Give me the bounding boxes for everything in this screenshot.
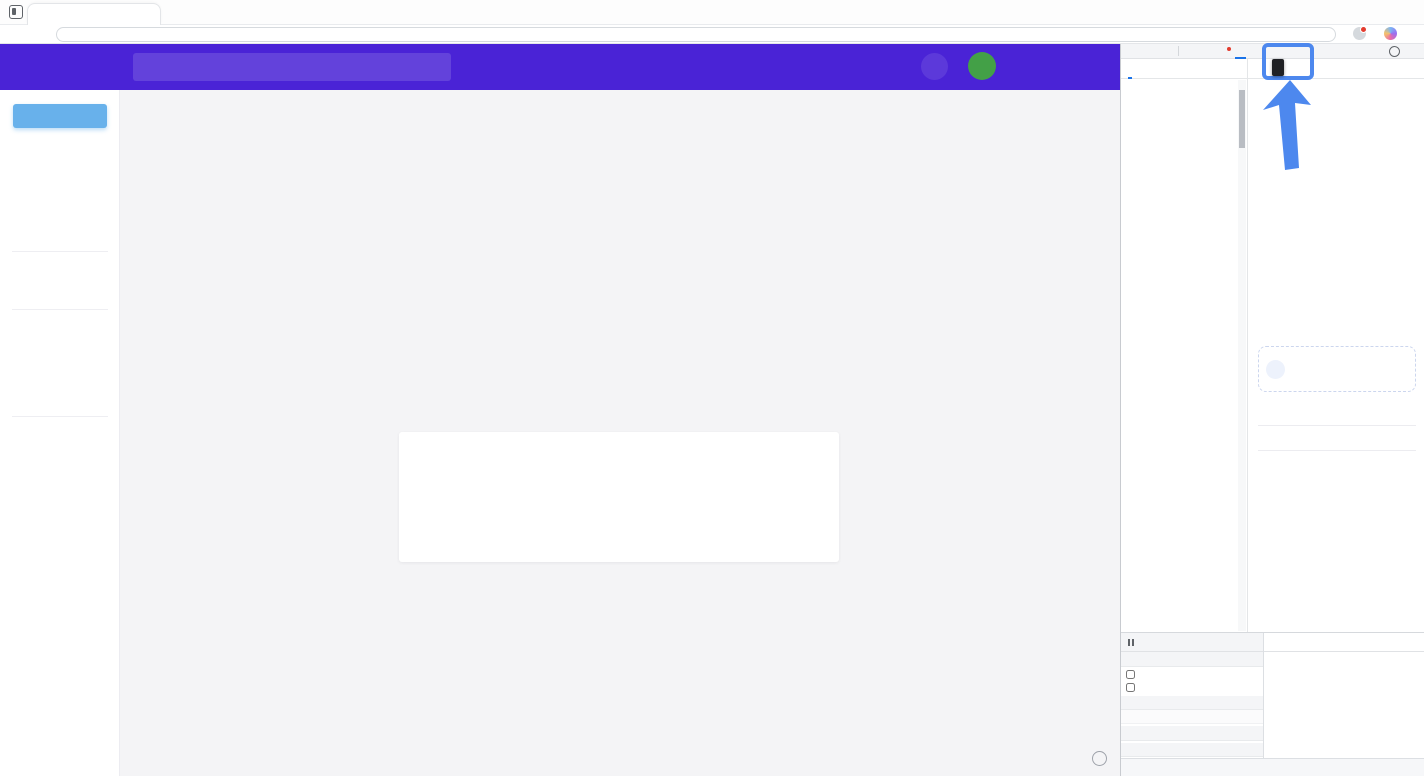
help-glyph xyxy=(1389,46,1400,57)
sidebar xyxy=(0,90,120,776)
breakpoints-section-header[interactable] xyxy=(1121,652,1263,667)
pause-script-icon[interactable] xyxy=(1128,639,1134,646)
browser-tab-strip xyxy=(0,0,1424,25)
app-header xyxy=(0,44,1120,90)
debugger-toolbar xyxy=(1121,633,1263,652)
screen xyxy=(0,0,1424,776)
devtools-help-icon[interactable] xyxy=(1386,46,1403,57)
pause-uncaught-row xyxy=(1121,669,1263,682)
issues-badge xyxy=(1227,47,1231,51)
new-document-button[interactable] xyxy=(13,104,107,128)
pause-uncaught-checkbox[interactable] xyxy=(1126,670,1135,679)
tab-workspaces-icon[interactable] xyxy=(9,5,23,19)
devtools-panel xyxy=(1120,44,1424,776)
xhr-breakpoints-section-header[interactable] xyxy=(1121,726,1263,741)
notifications-button[interactable] xyxy=(921,53,948,80)
devtools-toolbar xyxy=(1121,44,1424,59)
user-menu[interactable] xyxy=(968,52,1014,80)
toolbar-separator xyxy=(1178,46,1179,56)
copilot-icon[interactable] xyxy=(1384,27,1397,40)
recent-activity-card xyxy=(399,432,839,562)
browser-tab[interactable] xyxy=(27,3,161,25)
pause-caught-checkbox[interactable] xyxy=(1126,683,1135,692)
run-command-row xyxy=(1258,429,1416,451)
network-tooltip xyxy=(1272,59,1284,76)
address-bar[interactable] xyxy=(56,27,1336,42)
help-button[interactable] xyxy=(1092,751,1107,766)
browser-profile-avatar[interactable] xyxy=(1353,27,1366,40)
scope-watch-tabs xyxy=(1264,633,1424,652)
dashboard-main xyxy=(120,90,1120,776)
tab-sources[interactable] xyxy=(1233,44,1248,59)
console-drawer-bar xyxy=(1121,758,1424,776)
dom-breakpoints-section-header[interactable] xyxy=(1121,743,1263,758)
tree-scrollbar[interactable] xyxy=(1238,80,1246,631)
browser-url-bar xyxy=(0,25,1424,44)
sidebar-divider xyxy=(12,251,108,252)
scrollbar-thumb[interactable] xyxy=(1239,90,1245,148)
debugger-section xyxy=(1121,632,1424,758)
user-avatar xyxy=(968,52,996,80)
sources-navigator-tabs xyxy=(1121,59,1248,79)
workspace-sync-box xyxy=(1258,346,1416,392)
sources-editor-pane xyxy=(1248,79,1424,632)
scope-pane xyxy=(1264,633,1424,759)
navigator-tab-workspace[interactable] xyxy=(1135,59,1145,79)
search-input[interactable] xyxy=(133,53,451,81)
call-stack-empty xyxy=(1121,710,1263,724)
open-file-row xyxy=(1258,404,1416,426)
navigator-tab-page[interactable] xyxy=(1125,59,1135,79)
sources-file-tree xyxy=(1121,79,1248,632)
sync-icon xyxy=(1266,360,1285,379)
debugger-sidebar xyxy=(1121,633,1264,759)
call-stack-section-header[interactable] xyxy=(1121,696,1263,711)
sidebar-divider xyxy=(12,309,108,310)
sidebar-divider xyxy=(12,416,108,417)
pause-caught-row xyxy=(1121,681,1263,694)
